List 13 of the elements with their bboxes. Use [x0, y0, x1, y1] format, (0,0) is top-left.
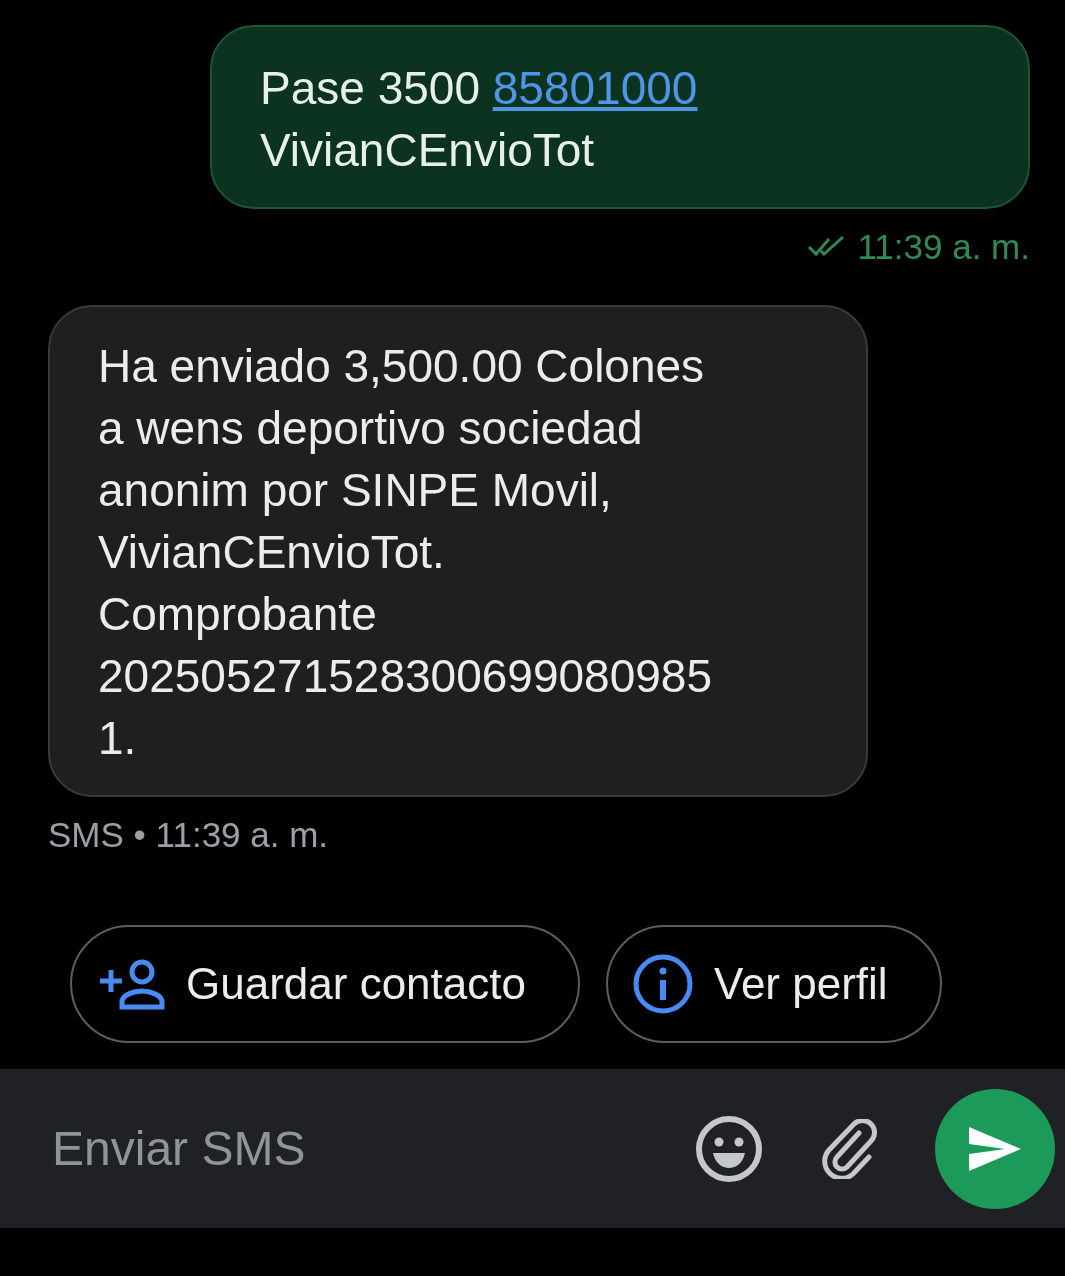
suggestion-chip[interactable]: Guardar contacto	[70, 925, 580, 1043]
suggestion-chip[interactable]: Ver perfil	[605, 925, 942, 1043]
phone-link[interactable]: 85801000	[492, 62, 698, 114]
paperclip-icon	[821, 1118, 877, 1179]
info-icon	[631, 953, 694, 1015]
emoji-button[interactable]	[695, 1114, 763, 1183]
attach-button[interactable]	[821, 1118, 877, 1179]
message-meta: SMS • 11:39 a. m.	[48, 815, 329, 855]
message-time: 11:39 a. m.	[857, 227, 1030, 267]
smiley-icon	[695, 1114, 763, 1183]
message-bubble: Ha enviado 3,500.00 Colones a wens deportivo sociedad anonim por SINPE Movil, VivianCEnvioTot. Comprobante 202505271528300699080985 1.	[48, 305, 868, 797]
message-bubble: Pase 3500 85801000 VivianCEnvioTot	[210, 25, 1030, 209]
send-icon	[967, 1124, 1023, 1173]
